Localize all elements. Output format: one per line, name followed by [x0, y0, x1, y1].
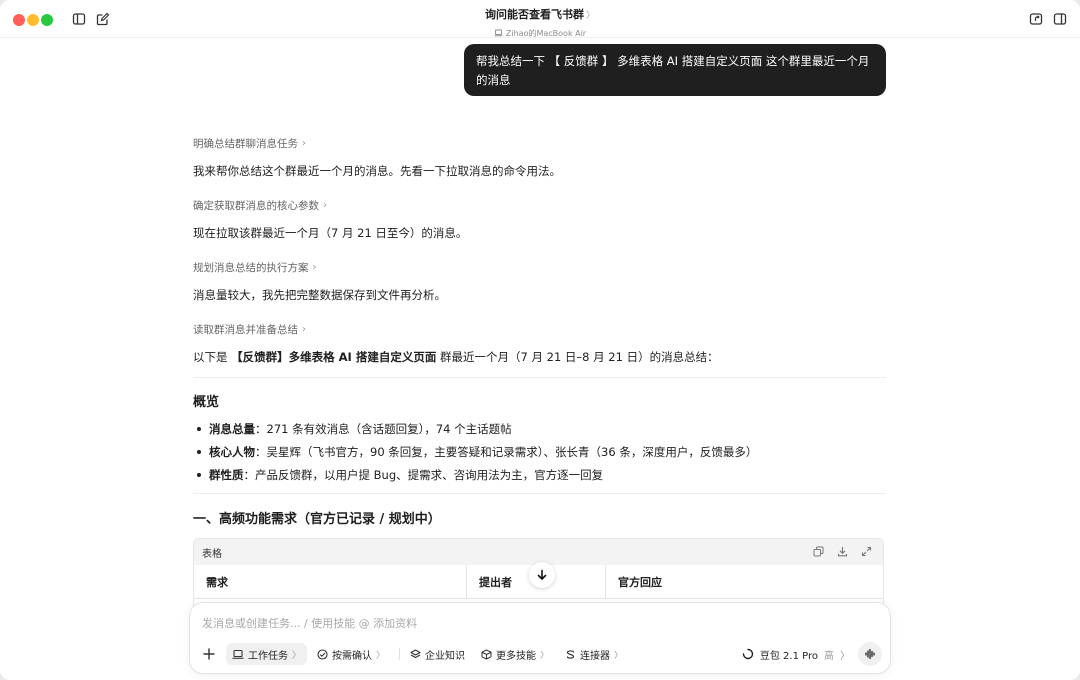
divider — [193, 493, 886, 494]
overview-item-text: ：产品反馈群，以用户提 Bug、提需求、咨询用法为主，官方逐一回复 — [243, 468, 604, 482]
title-bar: 询问能否查看飞书群〉 Zihao的MacBook Air — [0, 0, 1080, 38]
plus-icon — [203, 648, 215, 660]
check-circle-icon — [317, 648, 328, 660]
step-label: 确定获取群消息的核心参数 — [193, 200, 319, 212]
bullet-dot — [197, 427, 201, 431]
group-name: 【反馈群】多维表格 AI 搭建自定义页面 — [231, 350, 437, 364]
chevron-right-icon: 〉 — [376, 650, 386, 661]
summary-intro-suffix: 群最近一个月（7 月 21 日–8 月 21 日）的消息总结： — [436, 350, 719, 364]
column-header: 需求 — [194, 565, 467, 598]
step-text-1: 我来帮你总结这个群最近一个月的消息。先看一下拉取消息的命令用法。 — [193, 164, 561, 178]
user-message-bubble: 帮我总结一下 【 反馈群 】 多维表格 AI 搭建自定义页面 这个群里最近一个月… — [464, 44, 886, 96]
expand-icon[interactable] — [859, 544, 873, 558]
step-text-2: 现在拉取该群最近一个月（7 月 21 日至今）的消息。 — [193, 226, 468, 240]
step-toggle-3[interactable]: 规划消息总结的执行方案 › — [193, 260, 317, 275]
chip-label: 企业知识 — [425, 650, 466, 662]
window-title-area[interactable]: 询问能否查看飞书群〉 Zihao的MacBook Air — [0, 6, 1080, 41]
divider — [193, 377, 886, 378]
waveform-icon — [865, 648, 875, 660]
title-chevron-icon: 〉 — [585, 11, 595, 21]
enterprise-knowledge-chip[interactable]: 企业知识 — [404, 643, 471, 665]
model-selector[interactable]: 豆包 2.1 Pro 高 〉 — [742, 647, 850, 662]
voice-input-button[interactable] — [858, 642, 882, 666]
chevron-right-icon: › — [302, 324, 306, 335]
step-text-3: 消息量较大，我先把完整数据保存到文件再分析。 — [193, 288, 446, 302]
app-window: 询问能否查看飞书群〉 Zihao的MacBook Air 帮我总结一下 【 反馈… — [0, 0, 1080, 680]
overview-item-label: 群性质 — [209, 468, 244, 482]
chip-label: 更多技能 — [496, 650, 537, 662]
composer-toolbar: 工作任务 〉 按需确认 〉 企业知识 更多技能 〉 连接器 〉 豆包 2.1 P… — [198, 642, 882, 666]
connectors-chip[interactable]: 连接器 〉 — [559, 643, 629, 665]
message-input[interactable]: 发消息或创建任务... / 使用技能 @ 添加资料 — [202, 615, 417, 631]
arrow-down-icon — [537, 569, 547, 580]
overview-heading: 概览 — [193, 395, 220, 410]
confirm-on-demand-chip[interactable]: 按需确认 〉 — [311, 643, 391, 665]
download-icon[interactable] — [835, 544, 849, 558]
chevron-right-icon: 〉 — [840, 650, 850, 662]
step-label: 读取群消息并准备总结 — [193, 324, 298, 336]
table-toolbar: 表格 — [194, 539, 883, 565]
chip-label: 工作任务 — [248, 650, 288, 662]
laptop-icon — [232, 649, 244, 659]
step-toggle-4[interactable]: 读取群消息并准备总结 › — [193, 322, 306, 337]
chevron-right-icon: 〉 — [614, 650, 624, 661]
column-header: 官方回应 — [618, 575, 662, 589]
table-label: 表格 — [202, 548, 222, 560]
share-icon[interactable] — [1028, 11, 1044, 27]
more-skills-chip[interactable]: 更多技能 〉 — [475, 643, 555, 665]
summary-intro: 以下是 【反馈群】多维表格 AI 搭建自定义页面 群最近一个月（7 月 21 日… — [193, 349, 719, 365]
device-name: Zihao的MacBook Air — [505, 28, 587, 38]
overview-item-label: 消息总量 — [209, 422, 255, 436]
step-toggle-1[interactable]: 明确总结群聊消息任务 › — [193, 136, 306, 151]
model-name: 豆包 2.1 Pro — [759, 650, 818, 662]
overview-item-text: ：271 条有效消息（含话题回复），74 个主话题帖 — [255, 422, 512, 436]
overview-item-text: ：吴星辉（飞书官方，90 条回复，主要答疑和记录需求）、张长青（36 条，深度用… — [255, 445, 758, 459]
bullet-dot — [197, 450, 201, 454]
step-label: 明确总结群聊消息任务 — [193, 138, 298, 150]
right-panel-toggle-icon[interactable] — [1052, 11, 1068, 27]
section-heading: 一、高频功能需求（官方已记录 / 规划中） — [193, 512, 441, 527]
window-title: 询问能否查看飞书群 — [484, 8, 584, 21]
scroll-to-bottom-button[interactable] — [529, 562, 555, 588]
overview-item-label: 核心人物 — [209, 445, 255, 459]
overview-item: 群性质 ：产品反馈群，以用户提 Bug、提需求、咨询用法为主，官方逐一回复 — [193, 467, 603, 483]
message-composer: 发消息或创建任务... / 使用技能 @ 添加资料 工作任务 〉 按需确认 〉 … — [189, 602, 891, 674]
work-task-chip[interactable]: 工作任务 〉 — [226, 643, 308, 665]
copy-icon[interactable] — [811, 544, 825, 558]
summary-intro-prefix: 以下是 — [193, 350, 232, 364]
step-label: 规划消息总结的执行方案 — [193, 262, 309, 274]
model-level: 高 — [824, 650, 834, 662]
laptop-icon — [494, 29, 503, 37]
overview-item: 核心人物 ：吴星辉（飞书官方，90 条回复，主要答疑和记录需求）、张长青（36 条… — [193, 444, 757, 460]
chevron-right-icon: › — [302, 138, 306, 149]
overview-item: 消息总量 ：271 条有效消息（含话题回复），74 个主话题帖 — [193, 421, 512, 437]
loading-spinner-icon — [742, 648, 754, 660]
chip-label: 连接器 — [580, 650, 611, 662]
chevron-right-icon: 〉 — [292, 650, 302, 661]
layers-icon — [410, 648, 421, 658]
chip-label: 按需确认 — [332, 650, 373, 662]
chevron-right-icon: › — [323, 200, 327, 211]
toolbar-separator — [399, 648, 401, 660]
connector-icon — [566, 649, 575, 659]
chevron-right-icon: 〉 — [540, 650, 550, 661]
step-toggle-2[interactable]: 确定获取群消息的核心参数 › — [193, 198, 327, 213]
cube-icon — [481, 649, 492, 659]
bullet-dot — [197, 473, 201, 477]
chevron-right-icon: › — [312, 262, 317, 273]
add-attachment-button[interactable] — [198, 643, 220, 665]
